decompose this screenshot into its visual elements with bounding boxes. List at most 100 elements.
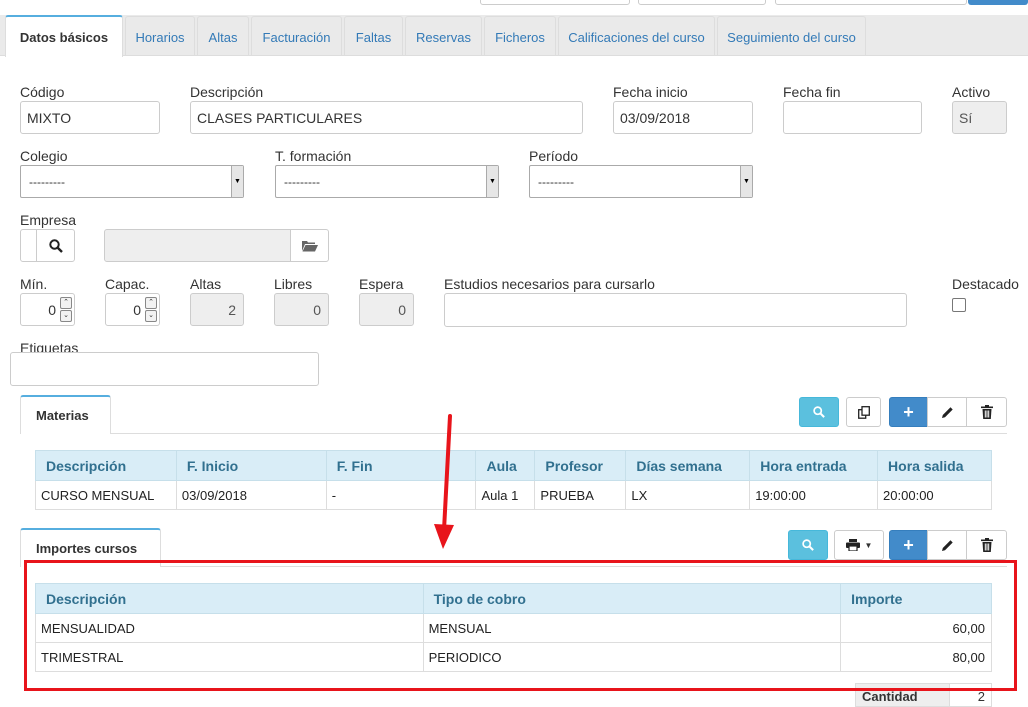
importes-print-button[interactable]: ▼ — [834, 530, 884, 560]
column-header[interactable]: Días semana — [625, 450, 751, 481]
formacion-label: T. formación — [275, 148, 352, 164]
chevron-down-icon: ▼ — [231, 166, 243, 197]
spin-down-icon[interactable]: ⌄ — [60, 310, 72, 322]
activo-label: Activo — [952, 84, 991, 100]
top-button[interactable] — [968, 0, 1028, 5]
column-header[interactable]: Descripción — [35, 450, 177, 481]
materias-table: Descripción F. Inicio F. Fin Aula Profes… — [35, 450, 992, 510]
column-header[interactable]: Aula — [475, 450, 536, 481]
table-cell: 19:00:00 — [749, 480, 879, 510]
table-row[interactable]: CURSO MENSUAL 03/09/2018 - Aula 1 PRUEBA… — [35, 480, 992, 510]
descripcion-input[interactable]: CLASES PARTICULARES — [190, 101, 583, 134]
altas-input: 2 — [190, 293, 244, 326]
column-header[interactable]: Hora entrada — [749, 450, 879, 481]
formacion-select[interactable]: --------- ▼ — [275, 165, 499, 198]
trash-icon — [980, 538, 993, 552]
fecha-inicio-label: Fecha inicio — [613, 84, 688, 100]
importes-add-button[interactable]: + — [889, 530, 928, 560]
tab-facturacion[interactable]: Facturación — [251, 16, 342, 55]
colegio-label: Colegio — [20, 148, 68, 164]
destacado-label: Destacado — [952, 276, 1019, 292]
folder-open-icon — [301, 240, 318, 251]
etiquetas-input[interactable] — [10, 352, 319, 386]
periodo-select-value: --------- — [538, 174, 574, 189]
periodo-label: Período — [529, 148, 579, 164]
tab-altas[interactable]: Altas — [197, 16, 249, 55]
materias-search-button[interactable] — [799, 397, 839, 427]
libres-input: 0 — [274, 293, 329, 326]
spin-up-icon[interactable]: ⌃ — [60, 297, 72, 309]
capac-value: 0 — [133, 301, 141, 318]
print-icon — [845, 539, 860, 551]
activo-input: Sí — [952, 101, 1007, 134]
pencil-icon — [941, 539, 953, 551]
fecha-inicio-input[interactable]: 03/09/2018 — [613, 101, 753, 134]
min-value: 0 — [48, 301, 56, 318]
tab-calificaciones[interactable]: Calificaciones del curso — [558, 16, 715, 55]
materias-copy-button[interactable] — [846, 397, 881, 427]
pencil-icon — [941, 406, 953, 418]
annotation-highlight-box — [24, 560, 1017, 691]
destacado-checkbox[interactable] — [952, 298, 966, 312]
formacion-select-value: --------- — [284, 174, 320, 189]
column-header[interactable]: Hora salida — [877, 450, 992, 481]
materias-add-button[interactable]: + — [889, 397, 928, 427]
capac-input[interactable]: 0 ⌃ ⌄ — [105, 293, 160, 326]
table-cell: PRUEBA — [534, 480, 627, 510]
libres-label: Libres — [274, 276, 313, 292]
empresa-label: Empresa — [20, 212, 77, 228]
plus-icon: + — [903, 534, 914, 555]
table-cell: 20:00:00 — [877, 480, 992, 510]
empresa-browse-button[interactable] — [290, 229, 329, 262]
codigo-input[interactable]: MIXTO — [20, 101, 160, 134]
colegio-select[interactable]: --------- ▼ — [20, 165, 244, 198]
column-header[interactable]: Profesor — [534, 450, 627, 481]
tab-seguimiento[interactable]: Seguimiento del curso — [717, 16, 866, 55]
column-header[interactable]: F. Inicio — [175, 450, 327, 481]
copy-icon — [857, 405, 870, 419]
importes-delete-button[interactable] — [966, 530, 1007, 560]
min-input[interactable]: 0 ⌃ ⌄ — [20, 293, 75, 326]
importes-search-button[interactable] — [788, 530, 828, 560]
table-cell: CURSO MENSUAL — [35, 480, 177, 510]
fecha-fin-input[interactable] — [783, 101, 922, 134]
capac-label: Capac. — [105, 276, 150, 292]
spin-down-icon[interactable]: ⌄ — [145, 310, 157, 322]
search-icon — [802, 539, 814, 551]
spin-up-icon[interactable]: ⌃ — [145, 297, 157, 309]
table-cell: 03/09/2018 — [175, 480, 327, 510]
table-cell: LX — [625, 480, 751, 510]
materias-edit-button[interactable] — [927, 397, 967, 427]
fecha-fin-label: Fecha fin — [783, 84, 841, 100]
tab-ficheros[interactable]: Ficheros — [484, 16, 556, 55]
tab-reservas[interactable]: Reservas — [405, 16, 482, 55]
empresa-name-input — [104, 229, 291, 262]
estudios-label: Estudios necesarios para cursarlo — [444, 276, 655, 292]
estudios-input[interactable] — [444, 293, 907, 327]
top-field-1[interactable] — [480, 0, 630, 5]
chevron-down-icon: ▼ — [486, 166, 498, 197]
table-cell: Aula 1 — [475, 480, 536, 510]
search-icon — [813, 406, 825, 418]
caret-down-icon: ▼ — [864, 540, 873, 550]
materias-panel-border — [20, 433, 1007, 434]
tab-faltas[interactable]: Faltas — [344, 16, 403, 55]
top-field-3[interactable] — [775, 0, 967, 5]
tab-datos-basicos[interactable]: Datos básicos — [5, 15, 123, 57]
periodo-select[interactable]: --------- ▼ — [529, 165, 753, 198]
empresa-search-button[interactable] — [36, 229, 75, 262]
materias-delete-button[interactable] — [966, 397, 1007, 427]
altas-label: Altas — [190, 276, 222, 292]
codigo-label: Código — [20, 84, 65, 100]
espera-label: Espera — [359, 276, 404, 292]
trash-icon — [980, 405, 993, 419]
table-header-row: Descripción F. Inicio F. Fin Aula Profes… — [35, 450, 992, 481]
descripcion-label: Descripción — [190, 84, 264, 100]
tab-horarios[interactable]: Horarios — [125, 16, 195, 55]
top-field-2[interactable] — [638, 0, 766, 5]
annotation-arrow — [434, 414, 454, 549]
materias-tab[interactable]: Materias — [20, 395, 111, 434]
min-label: Mín. — [20, 276, 48, 292]
espera-input: 0 — [359, 293, 414, 326]
importes-edit-button[interactable] — [927, 530, 967, 560]
